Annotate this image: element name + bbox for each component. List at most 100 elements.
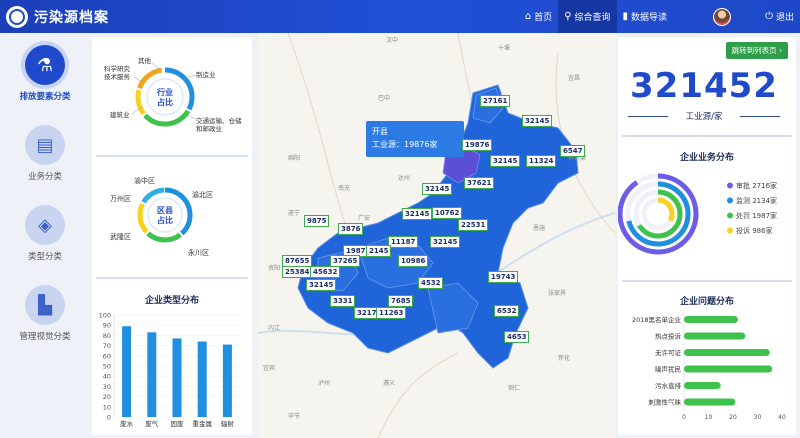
place-label: 泸州 bbox=[318, 380, 331, 387]
logout-button[interactable]: ⏻ 退出 bbox=[759, 0, 800, 33]
map-value-tag[interactable]: 27161 bbox=[480, 95, 511, 107]
map-value-tag[interactable]: 45632 bbox=[310, 266, 341, 278]
place-label: 遵义 bbox=[383, 380, 396, 387]
jump-to-list-label: 跳转到列表页 bbox=[731, 46, 777, 55]
place-label: 铜仁 bbox=[508, 385, 521, 392]
industry-label: 技术服务 bbox=[104, 72, 131, 81]
bar bbox=[172, 338, 182, 417]
legend-label: 审批 2716家 bbox=[736, 181, 777, 190]
y-tick-label: 80 bbox=[103, 332, 111, 340]
bar bbox=[684, 316, 738, 323]
nav-data-guide-label: 数据导读 bbox=[631, 13, 668, 23]
place-label: 张家界 bbox=[548, 290, 567, 297]
map-value-tag[interactable]: 10986 bbox=[398, 255, 429, 267]
bar bbox=[684, 365, 773, 373]
industry-label: 建筑业 bbox=[110, 110, 130, 119]
sidebar-item-type[interactable]: ◈ 类型分类 bbox=[0, 205, 90, 262]
nav-data-guide[interactable]: ▮ 数据导读 bbox=[617, 0, 674, 33]
bar bbox=[684, 382, 721, 389]
place-label: 毕节 bbox=[288, 413, 301, 420]
map-value-tag[interactable]: 19743 bbox=[488, 271, 519, 283]
y-tick-label: 60 bbox=[103, 352, 111, 360]
y-tick-label: 100 bbox=[99, 312, 111, 320]
bar bbox=[122, 326, 132, 417]
industry-label: 制造业 bbox=[196, 70, 216, 79]
map-view[interactable]: 汉中 十堰 宜昌 神农架 南充 达州 巴中 绵阳 广安 遂宁 资阳 内江 宜宾 … bbox=[258, 33, 615, 438]
sidebar-item-label: 管理视觉分类 bbox=[19, 332, 71, 342]
map-value-tag[interactable]: 3876 bbox=[338, 223, 364, 235]
place-label: 宜昌 bbox=[568, 75, 581, 82]
map-value-tag[interactable]: 6532 bbox=[494, 305, 520, 317]
map-value-tag[interactable]: 32145 bbox=[422, 183, 453, 195]
map-value-tag[interactable]: 6547 bbox=[560, 145, 586, 157]
district-center-label: 区县 bbox=[157, 206, 173, 215]
map-value-tag[interactable]: 37621 bbox=[464, 177, 495, 189]
industry-center-label: 占比 bbox=[157, 97, 173, 107]
bar bbox=[684, 332, 746, 340]
jump-to-list-button[interactable]: 跳转到列表页 › bbox=[725, 42, 788, 59]
map-value-tag[interactable]: 4653 bbox=[504, 331, 530, 343]
divider bbox=[622, 135, 792, 137]
bar bbox=[197, 341, 207, 417]
map-value-tag[interactable]: 11263 bbox=[376, 307, 407, 319]
y-tick-label: 70 bbox=[103, 342, 111, 350]
map-value-tag[interactable]: 19876 bbox=[462, 139, 493, 151]
map-value-tag[interactable]: 4532 bbox=[418, 277, 444, 289]
avatar[interactable] bbox=[713, 7, 732, 26]
nav-search[interactable]: ⚲ 综合查询 bbox=[558, 0, 617, 33]
map-value-tag[interactable]: 25384 bbox=[282, 266, 313, 278]
place-label: 内江 bbox=[268, 325, 281, 332]
industry-center-label: 行业 bbox=[156, 87, 173, 97]
bar bbox=[147, 332, 157, 417]
divider bbox=[96, 277, 248, 279]
x-tick-label: 废气 bbox=[145, 419, 159, 428]
map-value-tag[interactable]: 11187 bbox=[388, 236, 419, 248]
map-value-tag[interactable]: 3331 bbox=[330, 295, 356, 307]
sidebar-item-emission[interactable]: ⚗ 排放要素分类 bbox=[0, 45, 90, 102]
district-label: 渝北区 bbox=[192, 190, 213, 199]
place-label: 汉中 bbox=[386, 37, 399, 44]
briefcase-icon: ▤ bbox=[25, 125, 65, 165]
district-label: 永川区 bbox=[188, 248, 209, 257]
map-value-tag[interactable]: 32145 bbox=[430, 236, 461, 248]
map-value-tag[interactable]: 32145 bbox=[490, 155, 521, 167]
sidebar-item-business[interactable]: ▤ 业务分类 bbox=[0, 125, 90, 182]
legend-dot bbox=[727, 212, 733, 219]
map-value-tag[interactable]: 2145 bbox=[366, 245, 392, 257]
map-value-tag[interactable]: 11324 bbox=[526, 155, 557, 167]
tooltip-value: 19876家 bbox=[404, 140, 438, 149]
map-value-tag[interactable]: 32145 bbox=[306, 279, 337, 291]
map-tooltip: 开县 工业源：19876家 bbox=[366, 121, 464, 157]
district-center-label: 占比 bbox=[157, 215, 173, 225]
place-label: 怀化 bbox=[558, 355, 571, 362]
nav-home[interactable]: ⌂ 首页 bbox=[519, 0, 558, 33]
sidebar-item-management[interactable]: ▙ 管理视觉分类 bbox=[0, 285, 90, 342]
map-value-tag[interactable]: 9875 bbox=[304, 215, 330, 227]
sidebar-item-label: 业务分类 bbox=[27, 172, 62, 182]
header-bar: 污染源档案 ⌂ 首页 ⚲ 综合查询 ▮ 数据导读 ⏻ 退出 bbox=[0, 0, 800, 33]
x-tick-label: 废水 bbox=[120, 419, 134, 428]
legend-dot bbox=[727, 197, 733, 204]
district-ratio-chart: 区县 占比 渝中区 万州区 渝北区 武隆区 永川区 bbox=[110, 176, 213, 257]
divider bbox=[96, 155, 248, 157]
map-value-tag[interactable]: 7685 bbox=[388, 295, 414, 307]
x-tick-label: 辐射 bbox=[221, 419, 235, 428]
x-tick-label: 30 bbox=[754, 414, 762, 421]
y-tick-label: 噪声扰民 bbox=[655, 365, 681, 374]
x-tick-label: 固废 bbox=[171, 419, 185, 428]
power-icon: ⏻ bbox=[765, 11, 773, 22]
map-value-tag[interactable]: 32145 bbox=[522, 115, 553, 127]
industry-label: 和邮政业 bbox=[196, 124, 223, 133]
map-value-tag[interactable]: 32145 bbox=[402, 208, 433, 220]
app-logo bbox=[6, 5, 28, 28]
y-tick-label: 90 bbox=[103, 322, 111, 330]
bar bbox=[684, 349, 770, 356]
map-value-tag[interactable]: 10762 bbox=[432, 207, 463, 219]
x-tick-label: 0 bbox=[682, 414, 686, 421]
y-tick-label: 热点投诉 bbox=[655, 332, 682, 341]
industry-label: 交通运输、仓储 bbox=[196, 116, 242, 125]
sidebar-item-label: 排放要素分类 bbox=[19, 92, 71, 102]
industry-label: 科学研究 bbox=[104, 64, 131, 73]
place-label: 十堰 bbox=[498, 45, 511, 52]
map-value-tag[interactable]: 22531 bbox=[458, 219, 489, 231]
